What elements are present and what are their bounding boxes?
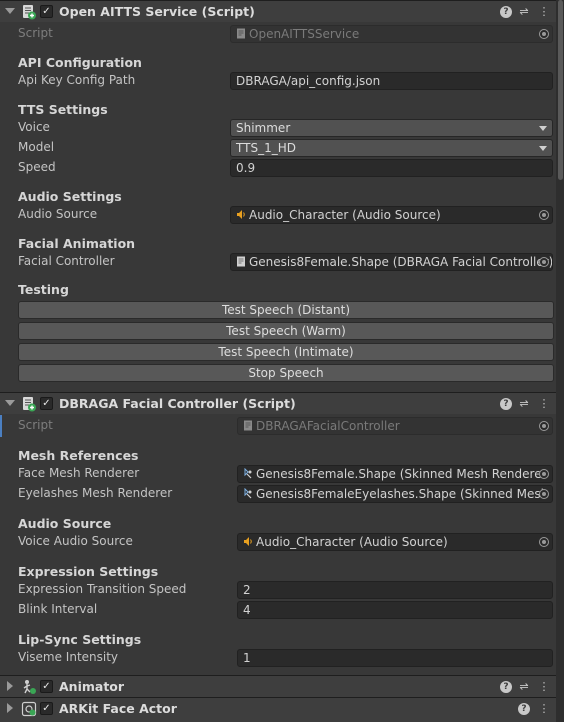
foldout-arrow-icon[interactable] (4, 397, 16, 409)
help-icon[interactable]: ? (518, 703, 530, 715)
dropdown-arrow-icon (539, 146, 547, 151)
animator-icon (21, 679, 37, 695)
help-icon[interactable]: ? (500, 6, 512, 18)
component-title: Animator (59, 679, 125, 694)
selection-indicator (0, 415, 2, 437)
section-mesh-references: Mesh References (18, 448, 139, 463)
audio-source-value: Audio_Character (Audio Source) (249, 208, 441, 222)
facial-controller-field[interactable]: Genesis8Female.Shape (DBRAGA Facial Cont… (230, 253, 553, 271)
script-label: Script (18, 26, 53, 40)
component-title: DBRAGA Facial Controller (Script) (59, 396, 296, 411)
foldout-arrow-icon[interactable] (4, 702, 16, 714)
voice-audio-field[interactable]: Audio_Character (Audio Source) (237, 533, 553, 551)
transition-speed-input[interactable]: 2 (237, 581, 553, 599)
test-speech-distant-button[interactable]: Test Speech (Distant) (18, 301, 554, 319)
voice-dropdown[interactable]: Shimmer (230, 119, 553, 137)
more-icon[interactable]: ⋮ (537, 5, 551, 19)
script-file-icon (236, 255, 246, 267)
api-key-label: Api Key Config Path (18, 73, 136, 87)
section-facial-animation: Facial Animation (18, 236, 136, 251)
face-mesh-field[interactable]: Genesis8Female.Shape (Skinned Mesh Rende… (237, 465, 553, 483)
component-title: ARKit Face Actor (59, 701, 177, 716)
more-icon[interactable]: ⋮ (537, 397, 551, 411)
help-icon[interactable]: ? (500, 681, 512, 693)
eyelash-mesh-label: Eyelashes Mesh Renderer (18, 486, 173, 500)
object-picker-icon (539, 29, 549, 39)
speaker-icon (243, 535, 253, 546)
dropdown-arrow-icon (539, 126, 547, 131)
model-value: TTS_1_HD (236, 141, 296, 155)
stop-speech-button[interactable]: Stop Speech (18, 364, 554, 382)
section-testing: Testing (18, 282, 69, 297)
object-picker-icon[interactable] (539, 469, 549, 479)
script-field: OpenAITTSService (230, 25, 553, 43)
more-icon[interactable]: ⋮ (537, 680, 551, 694)
section-expression-settings: Expression Settings (18, 564, 159, 579)
script-icon (21, 4, 37, 20)
settings-icon[interactable]: ⇌ (517, 5, 531, 19)
section-audio-source: Audio Source (18, 516, 112, 531)
object-picker-icon[interactable] (539, 210, 549, 220)
transition-speed-label: Expression Transition Speed (18, 582, 187, 596)
voice-label: Voice (18, 120, 50, 134)
speaker-icon (236, 208, 246, 219)
script-value: DBRAGAFacialController (256, 419, 400, 433)
viseme-intensity-input[interactable]: 1 (237, 649, 553, 667)
component-title: Open AITTS Service (Script) (59, 4, 255, 19)
object-picker-icon[interactable] (539, 537, 549, 547)
model-dropdown[interactable]: TTS_1_HD (230, 139, 553, 157)
test-speech-warm-button[interactable]: Test Speech (Warm) (18, 322, 554, 340)
test-speech-intimate-button[interactable]: Test Speech (Intimate) (18, 343, 554, 361)
skinned-mesh-icon (243, 467, 253, 479)
object-picker-icon[interactable] (539, 489, 549, 499)
object-picker-icon[interactable] (539, 257, 549, 267)
blink-interval-label: Blink Interval (18, 602, 98, 616)
voice-audio-label: Voice Audio Source (18, 534, 133, 548)
facial-controller-value: Genesis8Female.Shape (DBRAGA Facial Cont… (249, 255, 553, 269)
section-lip-sync-settings: Lip-Sync Settings (18, 632, 142, 647)
component-header-animator[interactable]: ✓ Animator ? ⇌ ⋮ (0, 675, 564, 697)
facial-controller-label: Facial Controller (18, 254, 115, 268)
script-file-icon (243, 419, 253, 431)
audio-source-field[interactable]: Audio_Character (Audio Source) (230, 206, 553, 224)
script-file-icon (236, 27, 246, 39)
voice-audio-value: Audio_Character (Audio Source) (256, 535, 448, 549)
section-audio-settings: Audio Settings (18, 189, 122, 204)
component-header-arkit[interactable]: ✓ ARKit Face Actor ? ⋮ (0, 697, 564, 722)
enabled-checkbox[interactable]: ✓ (40, 5, 53, 18)
blink-interval-input[interactable]: 4 (237, 601, 553, 619)
enabled-checkbox[interactable]: ✓ (40, 397, 53, 410)
script-icon (21, 701, 37, 717)
audio-source-label: Audio Source (18, 207, 98, 221)
section-api-configuration: API Configuration (18, 55, 142, 70)
eyelash-mesh-field[interactable]: Genesis8FemaleEyelashes.Shape (Skinned M… (237, 485, 553, 503)
component-header-facial-controller[interactable]: ✓ DBRAGA Facial Controller (Script) ? ⇌ … (0, 392, 564, 414)
scrollbar-thumb[interactable] (558, 0, 563, 180)
script-field: DBRAGAFacialController (237, 417, 553, 435)
face-mesh-label: Face Mesh Renderer (18, 466, 140, 480)
more-icon[interactable]: ⋮ (537, 702, 551, 716)
script-value: OpenAITTSService (249, 27, 360, 41)
settings-icon[interactable]: ⇌ (517, 397, 531, 411)
object-picker-icon (539, 421, 549, 431)
enabled-checkbox[interactable]: ✓ (40, 680, 53, 693)
voice-value: Shimmer (236, 121, 291, 135)
skinned-mesh-icon (243, 487, 253, 499)
face-mesh-value: Genesis8Female.Shape (Skinned Mesh Rende… (256, 467, 547, 481)
speed-label: Speed (18, 160, 56, 174)
foldout-arrow-icon[interactable] (4, 5, 16, 17)
viseme-intensity-label: Viseme Intensity (18, 650, 119, 664)
script-label: Script (18, 418, 53, 432)
model-label: Model (18, 140, 55, 154)
settings-icon[interactable]: ⇌ (517, 680, 531, 694)
help-icon[interactable]: ? (500, 398, 512, 410)
foldout-arrow-icon[interactable] (4, 680, 16, 692)
enabled-checkbox[interactable]: ✓ (40, 702, 53, 715)
component-header-openai[interactable]: ✓ Open AITTS Service (Script) ? ⇌ ⋮ (0, 0, 564, 22)
eyelash-mesh-value: Genesis8FemaleEyelashes.Shape (Skinned M… (256, 487, 549, 501)
section-tts-settings: TTS Settings (18, 102, 108, 117)
script-icon (21, 396, 37, 412)
speed-input[interactable]: 0.9 (230, 159, 553, 177)
api-key-input[interactable]: DBRAGA/api_config.json (230, 72, 553, 90)
